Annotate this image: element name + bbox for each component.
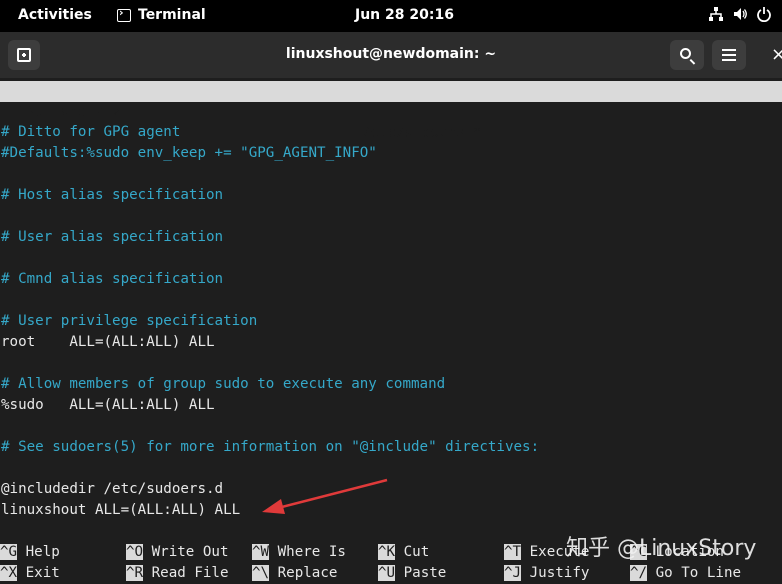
shortcut-read-file: ^R Read File — [126, 563, 229, 584]
shortcut-write-out: ^O Write Out — [126, 542, 229, 563]
editor-line[interactable] — [1, 164, 781, 185]
editor-line[interactable]: # See sudoers(5) for more information on… — [1, 437, 781, 458]
editor-line[interactable]: # Ditto for GPG agent — [1, 122, 781, 143]
editor-line[interactable]: # Allow members of group sudo to execute… — [1, 374, 781, 395]
shortcut-key: ^O — [126, 544, 144, 560]
app-menu-terminal[interactable]: Terminal — [117, 6, 206, 23]
shortcut-label: Go To Line — [655, 565, 742, 581]
editor-line[interactable] — [1, 353, 781, 374]
system-tray[interactable] — [708, 6, 772, 22]
editor-line[interactable] — [1, 206, 781, 227]
close-window-button[interactable]: × — [771, 44, 782, 65]
terminal-titlebar: linuxshout@newdomain: ~ × — [0, 32, 782, 78]
shortcut-justify: ^J Justify — [504, 563, 589, 584]
shortcut-label: Help — [25, 544, 60, 560]
shortcut-key: ^K — [378, 544, 396, 560]
menu-icon — [722, 49, 736, 51]
shortcut-go-to-line: ^/ Go To Line — [630, 563, 741, 584]
editor-line[interactable] — [1, 416, 781, 437]
window-title: linuxshout@newdomain: ~ — [285, 46, 497, 62]
editor-line[interactable]: %sudo ALL=(ALL:ALL) ALL — [1, 395, 781, 416]
editor-line[interactable] — [1, 290, 781, 311]
terminal-view[interactable]: GNU nano 7.2 /etc/sudoers * # Ditto for … — [0, 78, 782, 582]
editor-line[interactable]: # User alias specification — [1, 227, 781, 248]
search-icon — [680, 48, 691, 59]
shortcut-key: ^W — [252, 544, 270, 560]
editor-line[interactable]: # User privilege specification — [1, 311, 781, 332]
top-bar: Activities Terminal Jun 28 20:16 — [0, 0, 782, 32]
shortcut-help: ^G Help — [0, 542, 60, 563]
search-button[interactable] — [670, 40, 704, 70]
nano-version: GNU nano 7.2 — [18, 104, 121, 120]
clock[interactable]: Jun 28 20:16 — [355, 7, 454, 23]
nano-title-bar: GNU nano 7.2 /etc/sudoers * — [0, 81, 782, 141]
shortcut-label: Exit — [25, 565, 60, 581]
shortcut-key: ^\ — [252, 565, 270, 581]
shortcut-label: Write Out — [151, 544, 229, 560]
editor-line[interactable]: #Defaults:%sudo env_keep += "GPG_AGENT_I… — [1, 143, 781, 164]
shortcut-label: Justify — [529, 565, 590, 581]
shortcut-paste: ^U Paste — [378, 563, 446, 584]
terminal-icon — [117, 6, 131, 22]
shortcut-key: ^J — [504, 565, 522, 581]
shortcut-key: ^G — [0, 544, 18, 560]
shortcut-cut: ^K Cut — [378, 542, 429, 563]
shortcut-exit: ^X Exit — [0, 563, 60, 584]
shortcut-label: Read File — [151, 565, 229, 581]
editor-line[interactable]: @includedir /etc/sudoers.d — [1, 479, 781, 500]
volume-icon — [734, 8, 747, 20]
shortcut-key: ^X — [0, 565, 18, 581]
shortcut-key: ^/ — [630, 565, 648, 581]
hamburger-menu-button[interactable] — [712, 40, 746, 70]
shortcut-key: ^U — [378, 565, 396, 581]
shortcut-key: ^T — [504, 544, 522, 560]
shortcut-where-is: ^W Where Is — [252, 542, 346, 563]
editor-line[interactable]: # Cmnd alias specification — [1, 269, 781, 290]
power-icon — [757, 7, 771, 22]
activities-button[interactable]: Activities — [18, 7, 92, 23]
editor-line[interactable]: root ALL=(ALL:ALL) ALL — [1, 332, 781, 353]
editor-line[interactable] — [1, 248, 781, 269]
shortcut-replace: ^\ Replace — [252, 563, 337, 584]
shortcut-label: Where Is — [277, 544, 346, 560]
shortcut-key: ^R — [126, 565, 144, 581]
editor-line[interactable] — [1, 458, 781, 479]
watermark: 知乎 @LinuxStory — [566, 536, 757, 561]
editor-line[interactable]: # Host alias specification — [1, 185, 781, 206]
shortcut-label: Cut — [403, 544, 430, 560]
editor-buffer[interactable]: # Ditto for GPG agent #Defaults:%sudo env… — [1, 122, 781, 522]
shortcut-label: Paste — [403, 565, 447, 581]
app-name: Terminal — [138, 7, 206, 23]
editor-line[interactable]: linuxshout ALL=(ALL:ALL) ALL — [1, 500, 781, 521]
network-icon — [709, 7, 723, 21]
shortcut-label: Replace — [277, 565, 338, 581]
